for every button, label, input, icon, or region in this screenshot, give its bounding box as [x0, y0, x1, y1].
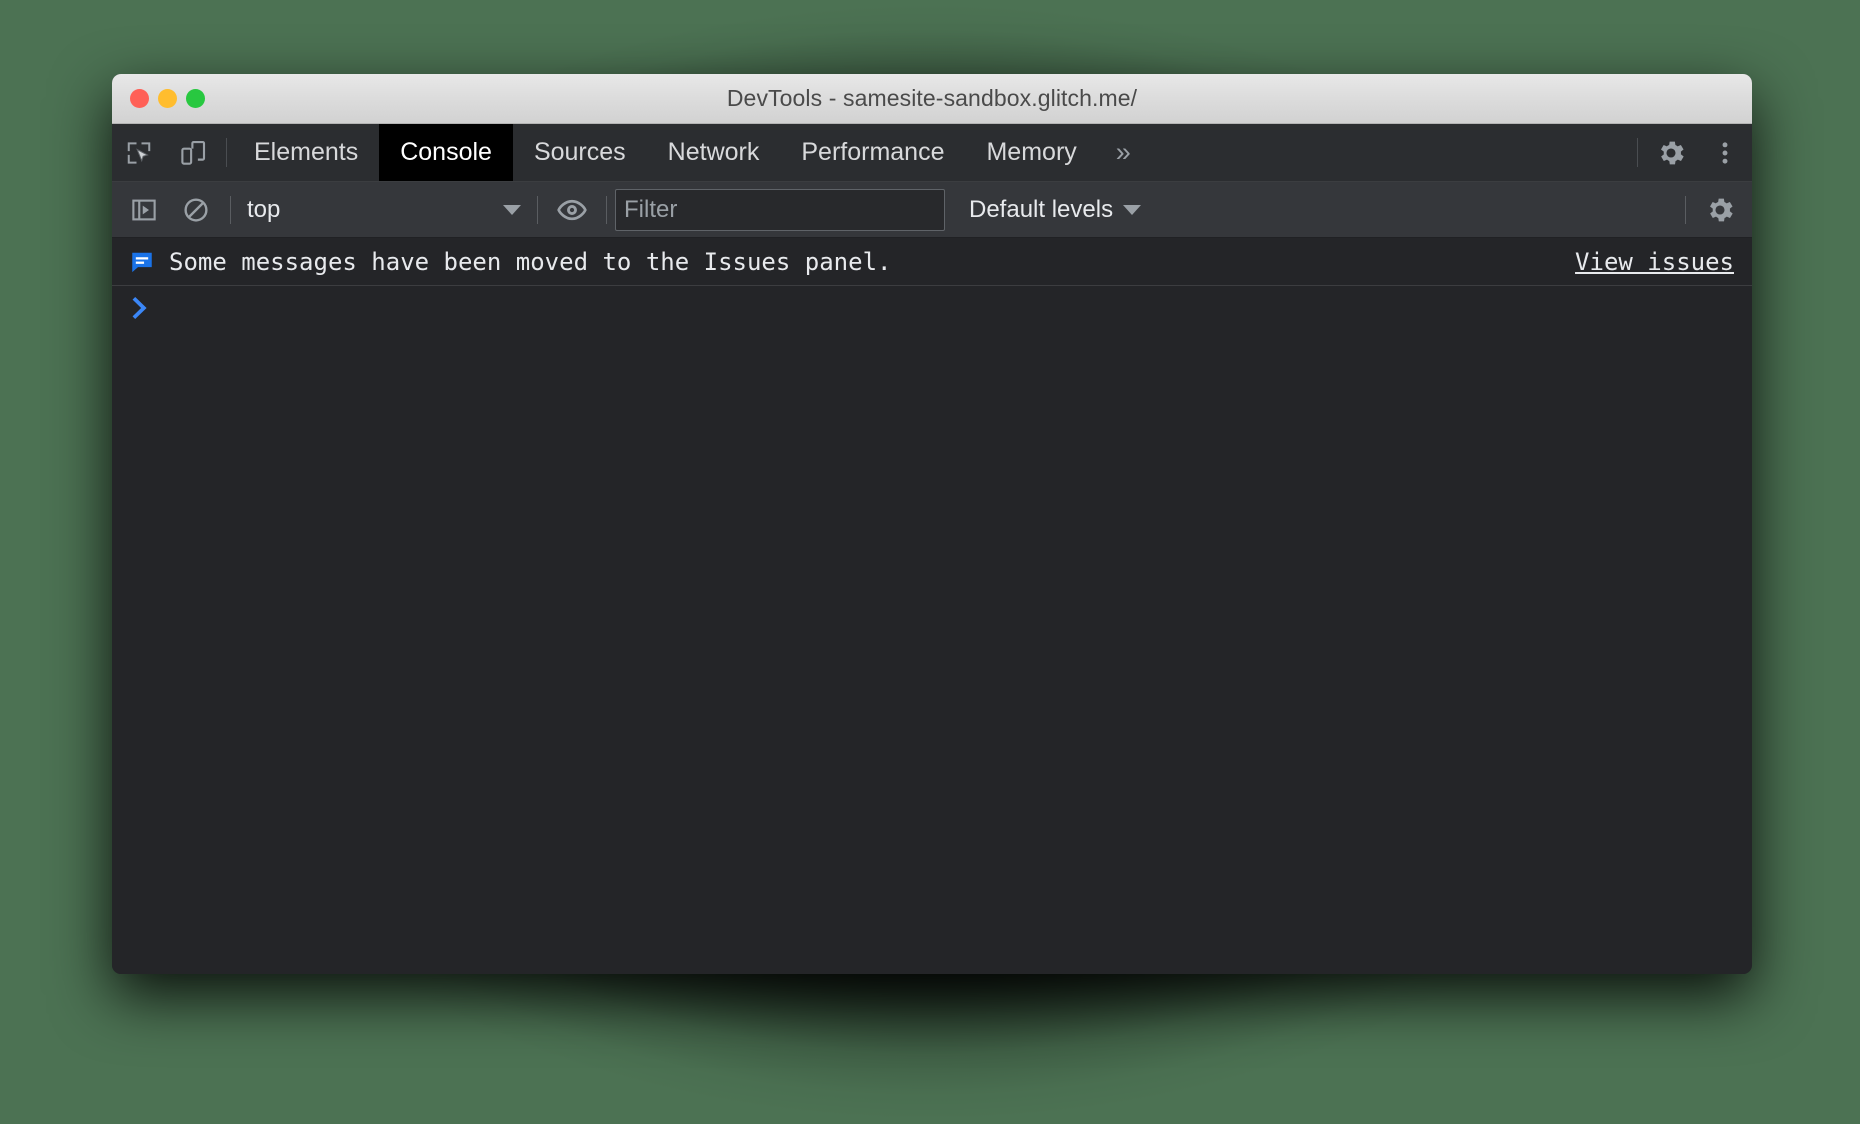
console-toolbar-right-group: [1677, 182, 1746, 238]
inspect-element-icon[interactable]: [112, 124, 166, 181]
devtools-window: DevTools - samesite-sandbox.glitch.me/ E…: [112, 74, 1752, 974]
chevron-down-icon: [503, 205, 521, 215]
window-titlebar: DevTools - samesite-sandbox.glitch.me/: [112, 74, 1752, 124]
tabbar-divider-right: [1637, 138, 1638, 167]
console-prompt-row[interactable]: [112, 286, 1752, 330]
more-tabs-chevron-icon[interactable]: »: [1098, 124, 1149, 181]
tab-elements[interactable]: Elements: [233, 124, 379, 181]
tab-performance[interactable]: Performance: [780, 124, 965, 181]
device-toolbar-icon[interactable]: [166, 124, 220, 181]
console-toolbar: top Default levels: [112, 182, 1752, 238]
log-levels-label: Default levels: [969, 196, 1113, 224]
tab-memory[interactable]: Memory: [965, 124, 1097, 181]
console-toolbar-divider-3: [606, 196, 607, 224]
console-filter-input[interactable]: [615, 189, 945, 231]
live-expression-eye-icon[interactable]: [546, 182, 598, 238]
tab-sources[interactable]: Sources: [513, 124, 647, 181]
settings-gear-icon[interactable]: [1644, 124, 1698, 181]
console-toolbar-divider-1: [230, 196, 231, 224]
execution-context-label: top: [247, 196, 495, 224]
devtools-tabbar: Elements Console Sources Network Perform…: [112, 124, 1752, 182]
execution-context-selector[interactable]: top: [239, 190, 529, 230]
more-options-menu-icon[interactable]: [1698, 124, 1752, 181]
console-message-row[interactable]: Some messages have been moved to the Iss…: [112, 238, 1752, 286]
console-toolbar-divider-2: [537, 196, 538, 224]
window-title: DevTools - samesite-sandbox.glitch.me/: [112, 85, 1752, 112]
tabbar-divider-left: [226, 138, 227, 167]
console-toolbar-divider-4: [1685, 196, 1686, 224]
log-levels-dropdown[interactable]: Default levels: [959, 190, 1151, 230]
tabbar-right-group: [1631, 124, 1752, 181]
issue-message-icon: [129, 249, 155, 275]
tab-network[interactable]: Network: [647, 124, 781, 181]
clear-console-icon[interactable]: [170, 182, 222, 238]
console-message-area[interactable]: Some messages have been moved to the Iss…: [112, 238, 1752, 974]
tab-console[interactable]: Console: [379, 124, 513, 181]
console-sidebar-toggle-icon[interactable]: [118, 182, 170, 238]
view-issues-link[interactable]: View issues: [1575, 248, 1734, 276]
console-prompt-chevron-icon: [130, 295, 152, 321]
console-message-text: Some messages have been moved to the Iss…: [169, 248, 891, 276]
chevron-down-icon: [1123, 205, 1141, 215]
console-settings-gear-icon[interactable]: [1694, 182, 1746, 238]
